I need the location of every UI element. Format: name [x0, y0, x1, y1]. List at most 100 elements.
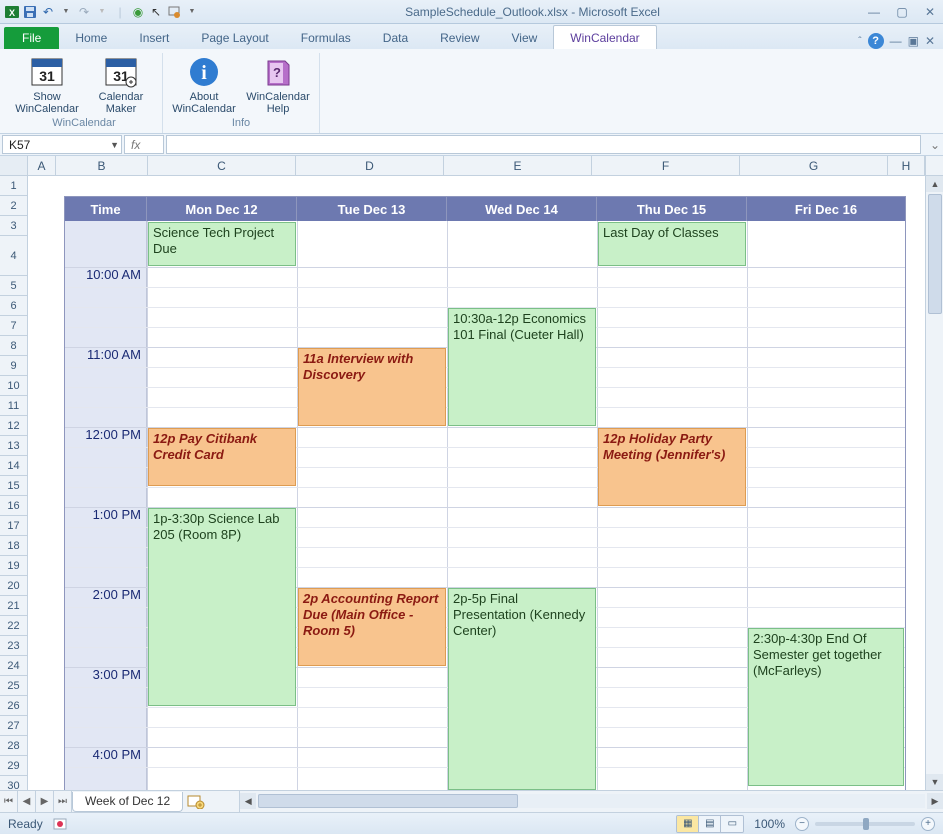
row-17[interactable]: 17 — [0, 516, 27, 536]
tab-wincalendar[interactable]: WinCalendar — [553, 25, 656, 49]
tab-formulas[interactable]: Formulas — [285, 26, 367, 49]
row-24[interactable]: 24 — [0, 656, 27, 676]
undo-icon[interactable]: ↶ — [40, 4, 56, 20]
qat-tools-icon[interactable] — [166, 4, 182, 20]
row-15[interactable]: 15 — [0, 476, 27, 496]
view-normal-icon[interactable]: ▦ — [677, 816, 699, 832]
col-A[interactable]: A — [28, 156, 56, 175]
tab-data[interactable]: Data — [367, 26, 424, 49]
col-G[interactable]: G — [740, 156, 888, 175]
select-all-corner[interactable] — [0, 156, 28, 175]
event-allday-thu[interactable]: Last Day of Classes — [598, 222, 746, 266]
name-box-dropdown-icon[interactable]: ▼ — [110, 140, 119, 150]
row-28[interactable]: 28 — [0, 736, 27, 756]
col-H[interactable]: H — [888, 156, 925, 175]
row-20[interactable]: 20 — [0, 576, 27, 596]
row-7[interactable]: 7 — [0, 316, 27, 336]
row-19[interactable]: 19 — [0, 556, 27, 576]
vscroll-down-icon[interactable]: ▼ — [926, 774, 943, 790]
wincalendar-help-button[interactable]: ? WinCalendar Help — [247, 55, 309, 115]
event-mon-1p[interactable]: 1p-3:30p Science Lab 205 (Room 8P) — [148, 508, 296, 706]
formula-input[interactable] — [166, 135, 921, 154]
qat-globe-icon[interactable]: ◉ — [130, 4, 146, 20]
vertical-scrollbar[interactable]: ▲ ▼ — [925, 176, 943, 790]
row-8[interactable]: 8 — [0, 336, 27, 356]
minimize-button[interactable]: ― — [865, 5, 883, 19]
horizontal-scrollbar[interactable]: ◀ ▶ — [239, 791, 943, 812]
event-wed-2p[interactable]: 2p-5p Final Presentation (Kennedy Center… — [448, 588, 596, 790]
qat-cursor-icon[interactable]: ↖ — [148, 4, 164, 20]
row-1[interactable]: 1 — [0, 176, 27, 196]
formula-expand-icon[interactable]: ⌄ — [927, 134, 943, 155]
row-21[interactable]: 21 — [0, 596, 27, 616]
row-14[interactable]: 14 — [0, 456, 27, 476]
row-23[interactable]: 23 — [0, 636, 27, 656]
zoom-out-icon[interactable]: − — [795, 817, 809, 831]
row-26[interactable]: 26 — [0, 696, 27, 716]
name-box[interactable]: K57 ▼ — [2, 135, 122, 154]
calendar-maker-button[interactable]: 31 Calendar Maker — [90, 55, 152, 115]
tab-review[interactable]: Review — [424, 26, 495, 49]
show-wincalendar-button[interactable]: 31 Show WinCalendar — [16, 55, 78, 115]
zoom-in-icon[interactable]: + — [921, 817, 935, 831]
save-icon[interactable] — [22, 4, 38, 20]
row-12[interactable]: 12 — [0, 416, 27, 436]
vscroll-up-icon[interactable]: ▲ — [926, 176, 943, 192]
hscroll-thumb[interactable] — [258, 794, 518, 808]
tab-insert[interactable]: Insert — [123, 26, 185, 49]
hscroll-right-icon[interactable]: ▶ — [927, 793, 943, 809]
row-29[interactable]: 29 — [0, 756, 27, 776]
workbook-restore-icon[interactable]: ▣ — [908, 34, 919, 48]
row-10[interactable]: 10 — [0, 376, 27, 396]
event-tue-11a[interactable]: 11a Interview with Discovery — [298, 348, 446, 426]
row-22[interactable]: 22 — [0, 616, 27, 636]
event-wed-1030[interactable]: 10:30a-12p Economics 101 Final (Cueter H… — [448, 308, 596, 426]
about-wincalendar-button[interactable]: i About WinCalendar — [173, 55, 235, 115]
col-F[interactable]: F — [592, 156, 740, 175]
tab-page-layout[interactable]: Page Layout — [185, 26, 284, 49]
undo-dropdown-icon[interactable]: ▼ — [58, 4, 74, 20]
minimize-ribbon-icon[interactable]: ˆ — [858, 36, 861, 47]
sheet-nav-next-icon[interactable]: ▶ — [36, 791, 54, 812]
redo-icon[interactable]: ↷ — [76, 4, 92, 20]
event-fri-230[interactable]: 2:30p-4:30p End Of Semester get together… — [748, 628, 904, 786]
spreadsheet-cells[interactable]: Time Mon Dec 12 Tue Dec 13 Wed Dec 14 Th… — [28, 176, 925, 790]
event-allday-mon[interactable]: Science Tech Project Due — [148, 222, 296, 266]
zoom-percent[interactable]: 100% — [754, 817, 785, 831]
sheet-nav-prev-icon[interactable]: ◀ — [18, 791, 36, 812]
row-5[interactable]: 5 — [0, 276, 27, 296]
row-13[interactable]: 13 — [0, 436, 27, 456]
qat-customize-icon[interactable]: ▼ — [184, 4, 200, 20]
row-2[interactable]: 2 — [0, 196, 27, 216]
row-9[interactable]: 9 — [0, 356, 27, 376]
row-27[interactable]: 27 — [0, 716, 27, 736]
event-thu-12p[interactable]: 12p Holiday Party Meeting (Jennifer's) — [598, 428, 746, 506]
macro-record-icon[interactable] — [53, 817, 69, 831]
row-11[interactable]: 11 — [0, 396, 27, 416]
row-6[interactable]: 6 — [0, 296, 27, 316]
sheet-nav-first-icon[interactable]: ⏮ — [0, 791, 18, 812]
help-icon[interactable]: ? — [868, 33, 884, 49]
event-tue-2p[interactable]: 2p Accounting Report Due (Main Office - … — [298, 588, 446, 666]
row-3[interactable]: 3 — [0, 216, 27, 236]
zoom-thumb[interactable] — [863, 818, 869, 830]
fx-button[interactable]: fx — [124, 135, 164, 154]
new-sheet-icon[interactable] — [183, 791, 209, 812]
tab-file[interactable]: File — [4, 27, 59, 49]
col-E[interactable]: E — [444, 156, 592, 175]
row-4[interactable]: 4 — [0, 236, 27, 276]
sheet-tab-active[interactable]: Week of Dec 12 — [72, 792, 183, 812]
workbook-min-icon[interactable]: ― — [890, 34, 902, 48]
view-page-layout-icon[interactable]: ▤ — [699, 816, 721, 832]
row-16[interactable]: 16 — [0, 496, 27, 516]
row-30[interactable]: 30 — [0, 776, 27, 790]
hscroll-left-icon[interactable]: ◀ — [240, 793, 256, 809]
close-button[interactable]: ✕ — [921, 5, 939, 19]
col-B[interactable]: B — [56, 156, 148, 175]
col-C[interactable]: C — [148, 156, 296, 175]
redo-dropdown-icon[interactable]: ▼ — [94, 4, 110, 20]
zoom-slider[interactable]: − + — [795, 817, 935, 831]
tab-view[interactable]: View — [496, 26, 554, 49]
maximize-button[interactable]: ▢ — [893, 5, 911, 19]
row-18[interactable]: 18 — [0, 536, 27, 556]
